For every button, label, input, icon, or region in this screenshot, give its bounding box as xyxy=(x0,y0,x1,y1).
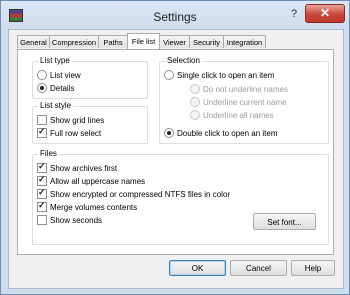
do-not-underline-label: Do not underline names xyxy=(203,85,288,94)
list-type-title: List type xyxy=(38,56,72,65)
merge-volumes-label: Merge volumes contents xyxy=(50,203,138,212)
list-style-group: List style Show grid lines Full row sele… xyxy=(32,101,148,144)
show-ntfs-color-label: Show encrypted or compressed NTFS files … xyxy=(50,190,231,199)
show-grid-lines-label: Show grid lines xyxy=(50,116,105,125)
list-view-option[interactable]: List view xyxy=(37,69,81,81)
underline-current-option[interactable]: Underline current name xyxy=(190,96,287,108)
tab-compression[interactable]: Compression xyxy=(49,35,99,48)
files-title: Files xyxy=(38,149,59,158)
list-type-group: List type List view Details xyxy=(32,56,148,99)
show-archives-first-checkbox[interactable] xyxy=(37,161,47,173)
set-font-button[interactable]: Set font... xyxy=(253,213,316,230)
show-seconds-label: Show seconds xyxy=(50,216,103,225)
show-ntfs-color-option[interactable]: Show encrypted or compressed NTFS files … xyxy=(37,187,231,200)
selection-group: Selection Single click to open an item D… xyxy=(159,56,329,144)
double-click-label: Double click to open an item xyxy=(177,129,278,138)
tab-security[interactable]: Security xyxy=(189,35,224,48)
show-seconds-option[interactable]: Show seconds xyxy=(37,214,103,226)
tab-viewer[interactable]: Viewer xyxy=(159,35,190,48)
help-title-button[interactable]: ? xyxy=(285,6,303,22)
dialog-body: General Compression Paths File list View… xyxy=(8,29,344,289)
details-label: Details xyxy=(50,84,75,93)
show-archives-first-option[interactable]: Show archives first xyxy=(37,161,118,174)
underline-current-radio[interactable] xyxy=(190,96,200,107)
allow-uppercase-label: Allow all uppercase names xyxy=(50,177,146,186)
cancel-button[interactable]: Cancel xyxy=(230,260,287,276)
underline-all-option[interactable]: Underline all names xyxy=(190,109,274,121)
title-bar: Settings ? ✕ xyxy=(1,1,349,27)
tab-integration[interactable]: Integration xyxy=(223,35,266,48)
underline-all-label: Underline all names xyxy=(203,111,274,120)
underline-current-label: Underline current name xyxy=(203,98,287,107)
allow-uppercase-checkbox[interactable] xyxy=(37,174,47,186)
double-click-radio[interactable] xyxy=(164,127,174,138)
merge-volumes-option[interactable]: Merge volumes contents xyxy=(37,200,138,213)
tab-paths[interactable]: Paths xyxy=(98,35,128,48)
underline-all-radio[interactable] xyxy=(190,109,200,120)
do-not-underline-radio[interactable] xyxy=(190,83,200,94)
full-row-select-checkbox[interactable] xyxy=(37,126,47,138)
details-option[interactable]: Details xyxy=(37,82,75,94)
show-seconds-checkbox[interactable] xyxy=(37,214,47,225)
full-row-select-label: Full row select xyxy=(50,129,102,138)
single-click-option[interactable]: Single click to open an item xyxy=(164,69,275,81)
selection-title: Selection xyxy=(165,56,202,65)
show-grid-lines-option[interactable]: Show grid lines xyxy=(37,114,105,126)
close-button[interactable]: ✕ xyxy=(305,4,345,23)
single-click-radio[interactable] xyxy=(164,69,174,80)
double-click-option[interactable]: Double click to open an item xyxy=(164,127,278,139)
file-list-page: List type List view Details List style S… xyxy=(17,49,334,255)
tab-file-list[interactable]: File list xyxy=(127,33,160,49)
files-group: Files Show archives first Allow all uppe… xyxy=(32,149,329,245)
list-view-label: List view xyxy=(50,71,81,80)
settings-window: Settings ? ✕ General Compression Paths F… xyxy=(0,0,350,295)
list-style-title: List style xyxy=(38,101,74,110)
allow-uppercase-option[interactable]: Allow all uppercase names xyxy=(37,174,146,187)
list-view-radio[interactable] xyxy=(37,69,47,80)
ok-button[interactable]: OK xyxy=(169,260,226,276)
do-not-underline-option[interactable]: Do not underline names xyxy=(190,83,288,95)
tab-general[interactable]: General xyxy=(17,35,50,48)
show-ntfs-color-checkbox[interactable] xyxy=(37,187,47,199)
show-grid-lines-checkbox[interactable] xyxy=(37,114,47,125)
help-button[interactable]: Help xyxy=(291,260,335,276)
single-click-label: Single click to open an item xyxy=(177,71,275,80)
full-row-select-option[interactable]: Full row select xyxy=(37,126,102,139)
show-archives-first-label: Show archives first xyxy=(50,164,118,173)
merge-volumes-checkbox[interactable] xyxy=(37,200,47,212)
details-radio[interactable] xyxy=(37,82,47,93)
